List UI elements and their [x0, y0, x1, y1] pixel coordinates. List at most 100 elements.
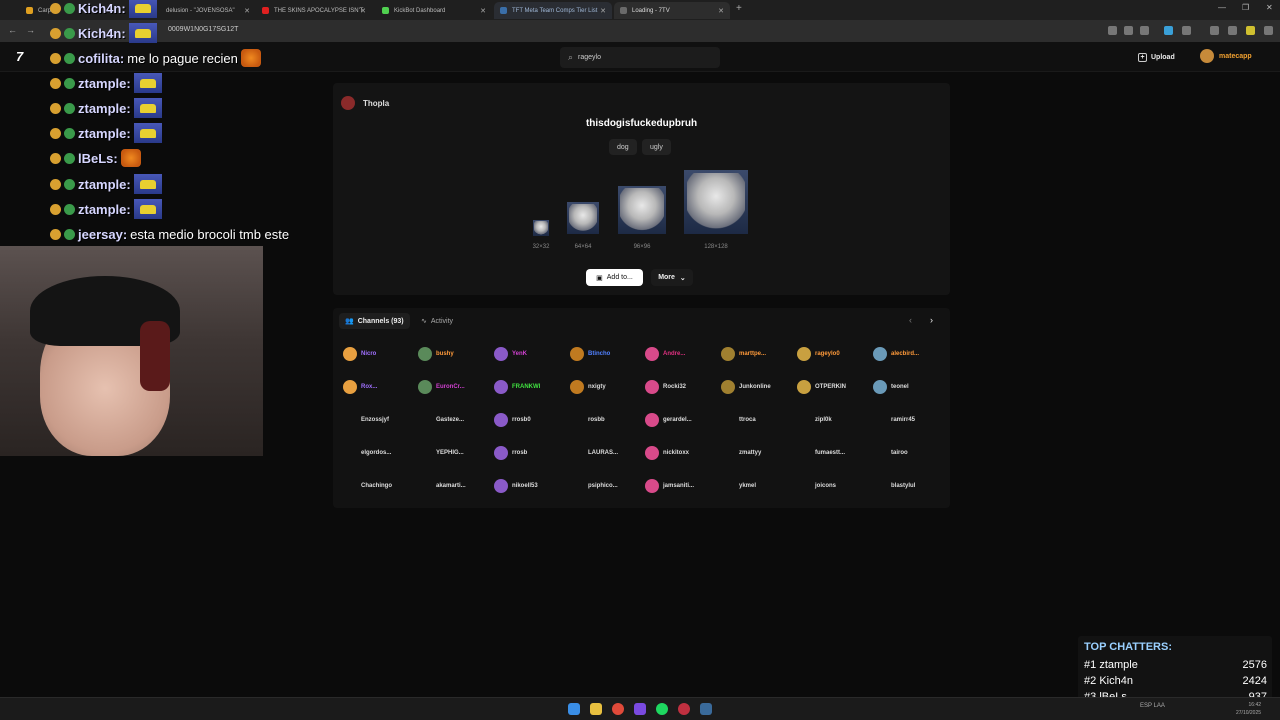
forward-icon[interactable]: → — [26, 25, 35, 35]
channel-item[interactable]: Andre... — [645, 345, 719, 363]
download-icon[interactable] — [1210, 26, 1219, 35]
tag-chip[interactable]: ugly — [642, 139, 671, 155]
user-menu[interactable]: matecapp — [1200, 49, 1252, 63]
channel-item[interactable]: gerardel... — [645, 411, 719, 429]
channel-item[interactable]: marttpe... — [721, 345, 795, 363]
browser-tab[interactable]: KickBot Dashboard ✕ — [376, 2, 492, 19]
close-icon[interactable]: ✕ — [360, 7, 366, 15]
channel-item[interactable]: nxigty — [570, 378, 644, 396]
channel-item[interactable]: YEPHIG... — [418, 444, 492, 462]
channel-item[interactable]: rageylo0 — [797, 345, 871, 363]
clock[interactable]: 16:42 27/10/2025 — [1236, 701, 1261, 717]
upload-button[interactable]: + Upload — [1138, 49, 1175, 65]
channel-item[interactable]: fumaestt... — [797, 444, 871, 462]
channel-item[interactable]: ykmel — [721, 477, 795, 495]
7tv-extension-icon[interactable] — [1164, 26, 1173, 35]
minimize-icon[interactable]: — — [1218, 3, 1226, 12]
avatar[interactable] — [1246, 26, 1255, 35]
channel-item[interactable]: FRANKWI — [494, 378, 568, 396]
translate-icon[interactable] — [1108, 26, 1117, 35]
discord-icon[interactable] — [634, 703, 646, 715]
channel-item[interactable]: OTPERKIN — [797, 378, 871, 396]
browser-tab[interactable]: TFT Meta Team Comps Tier List ✕ — [494, 2, 612, 19]
channel-item[interactable]: Junkonline — [721, 378, 795, 396]
eye-off-icon[interactable] — [1124, 26, 1133, 35]
channel-item[interactable]: Gasteze... — [418, 411, 492, 429]
channel-item[interactable]: YenK — [494, 345, 568, 363]
channel-name: akamarti... — [436, 483, 466, 489]
channel-item[interactable]: Rocki32 — [645, 378, 719, 396]
channel-item[interactable]: Btincho — [570, 345, 644, 363]
channel-item[interactable]: joicons — [797, 477, 871, 495]
channel-item[interactable]: teonel — [873, 378, 947, 396]
maximize-icon[interactable]: ❐ — [1242, 3, 1249, 12]
close-icon[interactable]: ✕ — [480, 7, 486, 15]
url-field[interactable]: 0009W1N0G17SG12T — [168, 26, 238, 33]
system-tray[interactable]: ESP LAA — [1140, 703, 1165, 709]
tab-channels[interactable]: 👥 Channels (93) — [339, 313, 410, 329]
browser-tab[interactable]: delusion - "JOVENSOSA" ✕ — [160, 2, 256, 19]
channel-name: Gasteze... — [436, 417, 465, 423]
tab-activity[interactable]: ∿ Activity — [421, 313, 453, 329]
profile-icon[interactable] — [1228, 26, 1237, 35]
channel-item[interactable]: jamsaniti... — [645, 477, 719, 495]
channel-item[interactable]: rrosb — [494, 444, 568, 462]
channel-item[interactable]: Nicro — [343, 345, 417, 363]
channel-item[interactable]: tairoo — [873, 444, 947, 462]
add-to-button[interactable]: ▣ Add to... — [586, 269, 643, 286]
channel-item[interactable]: psiphico... — [570, 477, 644, 495]
file-explorer-icon[interactable] — [590, 703, 602, 715]
channel-item[interactable]: alecbird... — [873, 345, 947, 363]
steam-icon[interactable] — [700, 703, 712, 715]
channel-item[interactable]: Chachingo — [343, 477, 417, 495]
puzzle-icon[interactable] — [1182, 26, 1191, 35]
channel-item[interactable]: zmattyy — [721, 444, 795, 462]
channel-item[interactable]: Enzossjyf — [343, 411, 417, 429]
emote-owner[interactable]: Thopla — [341, 96, 389, 110]
new-tab-button[interactable]: + — [736, 3, 742, 14]
channel-item[interactable]: bushy — [418, 345, 492, 363]
channel-item[interactable]: ramirr45 — [873, 411, 947, 429]
chat-text: me lo pague recien — [127, 50, 238, 66]
chat-text: esta medio brocoli tmb este — [130, 226, 290, 242]
car-icon — [134, 28, 151, 38]
app-icon[interactable] — [678, 703, 690, 715]
chat-emote — [133, 98, 162, 118]
chrome-icon[interactable] — [612, 703, 624, 715]
browser-tab[interactable]: THE SKINS APOCALYPSE ISN'T ✕ — [256, 2, 372, 19]
channel-item[interactable]: nikoell53 — [494, 477, 568, 495]
channel-item[interactable]: rosbb — [570, 411, 644, 429]
channel-item[interactable]: rrosb0 — [494, 411, 568, 429]
avatar — [570, 446, 584, 460]
chat-badge-icon — [50, 2, 61, 14]
channel-item[interactable]: elgordos... — [343, 444, 417, 462]
channel-item[interactable]: blastylul — [873, 477, 947, 495]
back-icon[interactable]: ← — [8, 25, 17, 35]
channel-item[interactable]: nickitoxx — [645, 444, 719, 462]
search-input[interactable]: ⌕ rageylo — [560, 47, 720, 68]
close-window-icon[interactable]: ✕ — [1266, 3, 1273, 12]
channel-item[interactable]: akamarti... — [418, 477, 492, 495]
menu-icon[interactable] — [1264, 26, 1273, 35]
chevron-left-icon[interactable]: ‹ — [909, 315, 912, 325]
channel-item[interactable]: Rox... — [343, 378, 417, 396]
browser-tab-active[interactable]: Loading - 7TV ✕ — [614, 2, 730, 19]
tag-chip[interactable]: dog — [609, 139, 637, 155]
star-icon[interactable] — [1140, 26, 1149, 35]
channel-item[interactable]: ttroca — [721, 411, 795, 429]
more-button[interactable]: More ⌄ — [651, 269, 693, 286]
windows-start-icon[interactable] — [568, 703, 580, 715]
channel-item[interactable]: LAURAS... — [570, 444, 644, 462]
size-label: 64×64 — [574, 244, 592, 250]
channel-item[interactable]: EuronCr... — [418, 378, 492, 396]
close-icon[interactable]: ✕ — [244, 7, 250, 15]
chat-badge-icon — [64, 228, 75, 240]
chevron-right-icon[interactable]: › — [930, 315, 933, 325]
7tv-logo[interactable]: 7 — [16, 49, 23, 64]
chat-badge-icon — [50, 203, 61, 215]
chat-emote — [133, 199, 162, 219]
close-icon[interactable]: ✕ — [718, 7, 724, 15]
close-icon[interactable]: ✕ — [600, 7, 606, 15]
channel-item[interactable]: zipl0k — [797, 411, 871, 429]
spotify-icon[interactable] — [656, 703, 668, 715]
